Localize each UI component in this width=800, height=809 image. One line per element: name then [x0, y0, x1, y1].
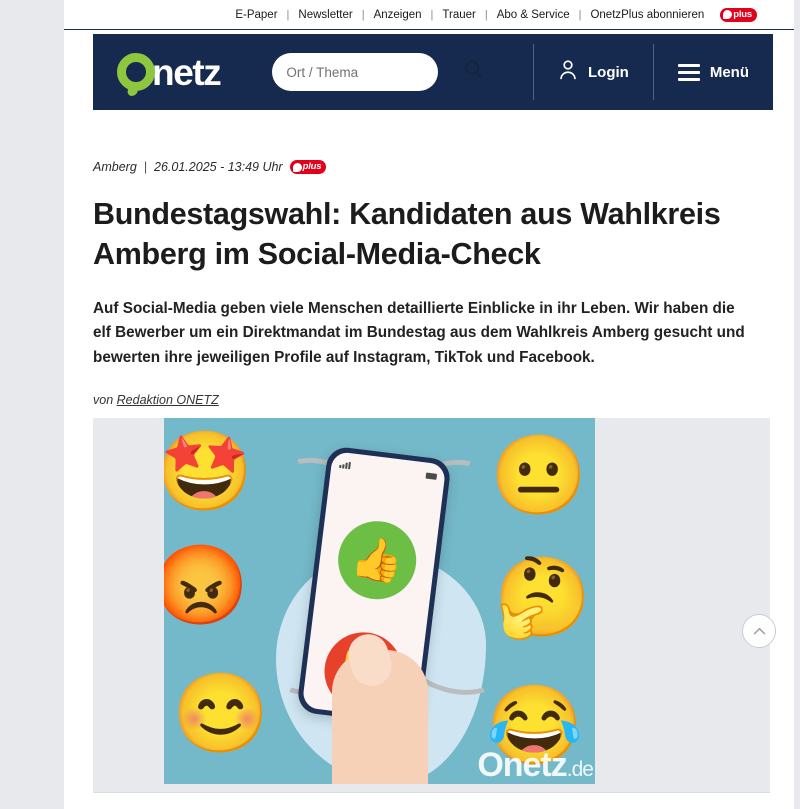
phone-status-bar	[339, 461, 438, 480]
emoji-angry: 😡	[164, 541, 250, 629]
article-meta: Amberg | 26.01.2025 - 13:49 Uhr plus	[93, 160, 773, 174]
menu-button[interactable]: Menü	[654, 63, 773, 81]
hamburger-icon	[677, 63, 700, 81]
byline: von Redaktion ONETZ	[93, 393, 773, 407]
emoji-star-struck: 🤩	[164, 427, 254, 515]
login-button[interactable]: Login	[534, 59, 653, 85]
topnav-item-epaper[interactable]: E-Paper	[226, 9, 286, 21]
article-location: Amberg	[93, 160, 137, 174]
article-hero-figure: 👍 👎 🤩 😐 😡 🤔 😊 😂 Onetz.de	[93, 418, 770, 792]
article-body: Amberg | 26.01.2025 - 13:49 Uhr plus Bun…	[93, 110, 773, 407]
hero-image: 👍 👎 🤩 😐 😡 🤔 😊 😂 Onetz.de	[164, 418, 595, 784]
image-watermark: Onetz.de	[477, 746, 594, 784]
user-icon	[558, 59, 578, 85]
signal-icon	[339, 461, 351, 470]
location-pin-icon	[117, 53, 155, 96]
scroll-to-top-button[interactable]	[742, 614, 776, 648]
topnav-item-trauer[interactable]: Trauer	[433, 9, 484, 21]
site-logo[interactable]: netz	[117, 51, 222, 96]
watermark-brand: Onetz	[477, 746, 567, 784]
topnav-item-abo-service[interactable]: Abo & Service	[488, 9, 579, 21]
thumbs-up-icon: 👍	[333, 516, 421, 604]
chevron-up-icon	[751, 623, 768, 640]
menu-label: Menü	[709, 63, 749, 81]
topnav-item-newsletter[interactable]: Newsletter	[289, 9, 361, 21]
page-root: E-Paper | Newsletter | Anzeigen | Trauer…	[0, 0, 800, 809]
site-header: netz Login	[93, 34, 773, 110]
watermark-tld: .de	[566, 758, 594, 781]
viewport-gutter-left-inner	[22, 0, 64, 809]
topnav-item-anzeigen[interactable]: Anzeigen	[365, 9, 431, 21]
logo-wordmark: netz	[152, 51, 222, 93]
search-input[interactable]	[286, 64, 464, 80]
byline-author-link[interactable]: Redaktion ONETZ	[117, 393, 219, 407]
speech-bubble-icon	[292, 162, 302, 172]
onetzplus-badge[interactable]: plus	[720, 7, 757, 22]
byline-prefix: von	[93, 393, 114, 408]
battery-icon	[425, 472, 438, 480]
plus-badge-label: plus	[302, 161, 322, 173]
speech-bubble-icon	[723, 10, 733, 19]
login-label: Login	[588, 63, 629, 81]
emoji-smiling: 😊	[172, 669, 270, 757]
article-plus-badge[interactable]: plus	[289, 160, 327, 174]
viewport-gutter-left	[0, 0, 22, 809]
page-title: Bundestagswahl: Kandidaten aus Wahlkreis…	[93, 197, 721, 272]
utility-nav-list: E-Paper | Newsletter | Anzeigen | Trauer…	[226, 7, 757, 22]
content-bottom-rule	[93, 792, 770, 809]
search-box[interactable]	[272, 53, 483, 91]
header-actions: Login Menü	[533, 34, 773, 110]
meta-separator: |	[143, 160, 148, 174]
topnav-item-onetzplus-abonnieren[interactable]: OnetzPlus abonnieren	[581, 9, 713, 21]
emoji-thinking: 🤔	[494, 553, 592, 641]
utility-navigation: E-Paper | Newsletter | Anzeigen | Trauer…	[64, 0, 794, 30]
article-lead: Auf Social-Media geben viele Menschen de…	[93, 299, 745, 367]
article-datetime: 26.01.2025 - 13:49 Uhr	[154, 160, 283, 174]
plus-badge-label: plus	[733, 8, 752, 20]
emoji-neutral: 😐	[490, 431, 588, 519]
viewport-gutter-right	[794, 0, 800, 809]
search-icon[interactable]	[463, 59, 484, 85]
